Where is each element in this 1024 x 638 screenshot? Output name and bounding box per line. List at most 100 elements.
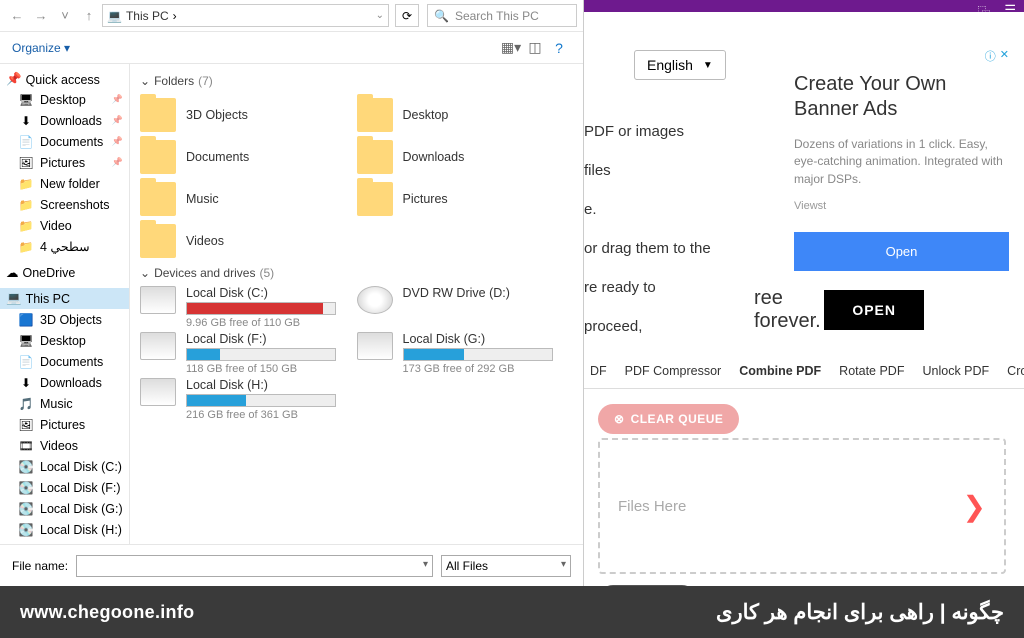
path-label: This PC — [126, 9, 169, 23]
sidebar-label: New folder — [40, 177, 100, 191]
folder-icon — [140, 98, 176, 132]
drive-item[interactable]: Local Disk (H:)216 GB free of 361 GB — [140, 378, 357, 424]
sidebar-label: Documents — [40, 355, 103, 369]
language-select[interactable]: English ▼ — [634, 50, 726, 80]
drive-name: Local Disk (G:) — [403, 332, 574, 346]
folder-item[interactable]: Desktop — [357, 94, 574, 136]
folder-item[interactable]: Documents — [140, 136, 357, 178]
item-icon: 🎵 — [18, 397, 34, 411]
nav-forward-icon[interactable]: → — [30, 8, 52, 23]
sidebar: 📌 Quick access 🖥 Desktop ⬇Downloads 📄 Docume… — [0, 64, 130, 544]
sidebar-item[interactable]: 📄Documents — [0, 351, 129, 372]
sidebar-label: سطحي 4 — [40, 239, 90, 254]
tab[interactable]: Crop PDF — [1007, 364, 1024, 378]
file-filter-select[interactable]: All Files — [441, 555, 571, 577]
sidebar-item[interactable]: ⬇Downloads — [0, 372, 129, 393]
sidebar-item[interactable]: ⬇Downloads — [0, 110, 129, 131]
view-options-icon[interactable]: ▦▾ — [499, 39, 523, 56]
sidebar-label: Documents — [40, 135, 103, 149]
folder-icon — [140, 224, 176, 258]
sidebar-label: Local Disk (C:) — [40, 460, 122, 474]
sidebar-item[interactable]: 🖼Pictures — [0, 152, 129, 173]
sidebar-item[interactable]: 📁New folder — [0, 173, 129, 194]
open-big-button[interactable]: OPEN — [824, 290, 924, 330]
sidebar-item[interactable]: 🟦3D Objects — [0, 309, 129, 330]
folder-icon: 📄 — [18, 135, 34, 149]
drive-item[interactable]: Local Disk (F:)118 GB free of 150 GB — [140, 332, 357, 378]
tab[interactable]: PDF Compressor — [625, 364, 722, 378]
folder-item[interactable]: Pictures — [357, 178, 574, 220]
folder-item[interactable]: Videos — [140, 220, 357, 262]
clear-queue-button[interactable]: ⊗ CLEAR QUEUE — [598, 404, 739, 434]
this-pc-header[interactable]: 💻 This PC — [0, 288, 129, 309]
sidebar-label: Desktop — [40, 334, 86, 348]
sidebar-label: Desktop — [40, 93, 86, 107]
search-placeholder: Search This PC — [455, 9, 539, 23]
folder-icon: 📁 — [18, 240, 34, 254]
sidebar-label: Local Disk (G:) — [40, 502, 123, 516]
sidebar-item[interactable]: 🖥Desktop — [0, 330, 129, 351]
ad-open-button[interactable]: Open — [794, 232, 1009, 271]
sidebar-item[interactable]: 💽Local Disk (C:) — [0, 456, 129, 477]
usage-bar — [186, 394, 336, 407]
sidebar-label: Local Disk (H:) — [40, 523, 122, 537]
sidebar-item[interactable]: 💽Local Disk (F:) — [0, 477, 129, 498]
folder-icon: 🖥 — [18, 93, 34, 107]
sidebar-item[interactable]: 📁 سطحي 4 — [0, 236, 129, 257]
ad-info-icon[interactable]: ⓘ — [985, 48, 996, 64]
drive-icon — [357, 286, 393, 314]
nav-up-icon[interactable]: ↑ — [78, 8, 100, 23]
search-input[interactable]: 🔍 Search This PC — [427, 4, 577, 27]
free-forever-text: ree forever. — [754, 287, 824, 333]
language-label: English — [647, 57, 693, 73]
nav-recent-icon[interactable]: ˅ — [54, 8, 76, 23]
tab[interactable]: Rotate PDF — [839, 364, 904, 378]
drives-group-header[interactable]: ⌄ Devices and drives (5) — [140, 266, 573, 280]
folder-item[interactable]: Downloads — [357, 136, 574, 178]
address-bar[interactable]: 💻 This PC › ⌄ — [102, 4, 389, 27]
help-icon[interactable]: ? — [547, 40, 571, 56]
folder-item[interactable]: 3D Objects — [140, 94, 357, 136]
drive-item[interactable]: Local Disk (G:) 173 GB free of 292 GB — [357, 332, 574, 378]
sidebar-item[interactable]: 🎵Music — [0, 393, 129, 414]
sidebar-item[interactable]: 📁Video — [0, 215, 129, 236]
folder-item[interactable]: Music — [140, 178, 357, 220]
drop-zone[interactable]: Files Here ❯ — [598, 438, 1006, 574]
sidebar-item[interactable]: 💽Local Disk (H:) — [0, 519, 129, 540]
tab[interactable]: DF — [590, 364, 607, 378]
drive-icon — [357, 332, 393, 360]
web-page: English ▼ PDF or images files e. or drag… — [584, 12, 1024, 586]
chevron-down-icon[interactable]: ⌄ — [376, 10, 384, 21]
onedrive-header[interactable]: ☁ OneDrive — [0, 263, 129, 282]
organize-menu[interactable]: Organize ▾ — [12, 41, 70, 55]
sidebar-item[interactable]: 🎞Videos — [0, 435, 129, 456]
footer-persian: چگونه | راهی برای انجام هر کاری — [716, 600, 1004, 625]
quick-access-header[interactable]: 📌 Quick access — [0, 70, 129, 89]
tab-active[interactable]: Combine PDF — [739, 364, 821, 378]
chevron-right-icon: ❯ — [963, 490, 986, 523]
sidebar-item[interactable]: 📁Screenshots — [0, 194, 129, 215]
drive-item[interactable]: Local Disk (C:)9.96 GB free of 110 GB — [140, 286, 357, 332]
clear-queue-label: CLEAR QUEUE — [631, 412, 724, 426]
drive-item[interactable]: DVD RW Drive (D:) — [357, 286, 574, 332]
usage-bar — [403, 348, 553, 361]
drive-free: 173 GB free of 292 GB — [403, 363, 574, 375]
tab[interactable]: Unlock PDF — [922, 364, 989, 378]
sidebar-label: Local Disk (F:) — [40, 481, 121, 495]
ad-close-icon[interactable]: ✕ — [1000, 48, 1009, 64]
item-icon: 💽 — [18, 502, 34, 516]
filename-input[interactable] — [76, 555, 433, 577]
preview-pane-icon[interactable]: ◫ — [523, 39, 547, 56]
sidebar-item[interactable]: 🖥 Desktop — [0, 89, 129, 110]
sidebar-label: 3D Objects — [40, 313, 102, 327]
drive-name: Local Disk (F:) — [186, 332, 357, 346]
chevron-down-icon: ▼ — [703, 60, 713, 71]
sidebar-item[interactable]: 🖼Pictures — [0, 414, 129, 435]
refresh-button[interactable]: ⟳ — [395, 4, 419, 27]
sidebar-item[interactable]: 📄 Documents — [0, 131, 129, 152]
folders-group-header[interactable]: ⌄ Folders (7) — [140, 74, 573, 88]
sidebar-item[interactable]: 💽 Local Disk (G:) — [0, 498, 129, 519]
nav-back-icon[interactable]: ← — [6, 8, 28, 23]
item-icon: ⬇ — [18, 376, 34, 390]
folder-name: Desktop — [403, 108, 449, 122]
